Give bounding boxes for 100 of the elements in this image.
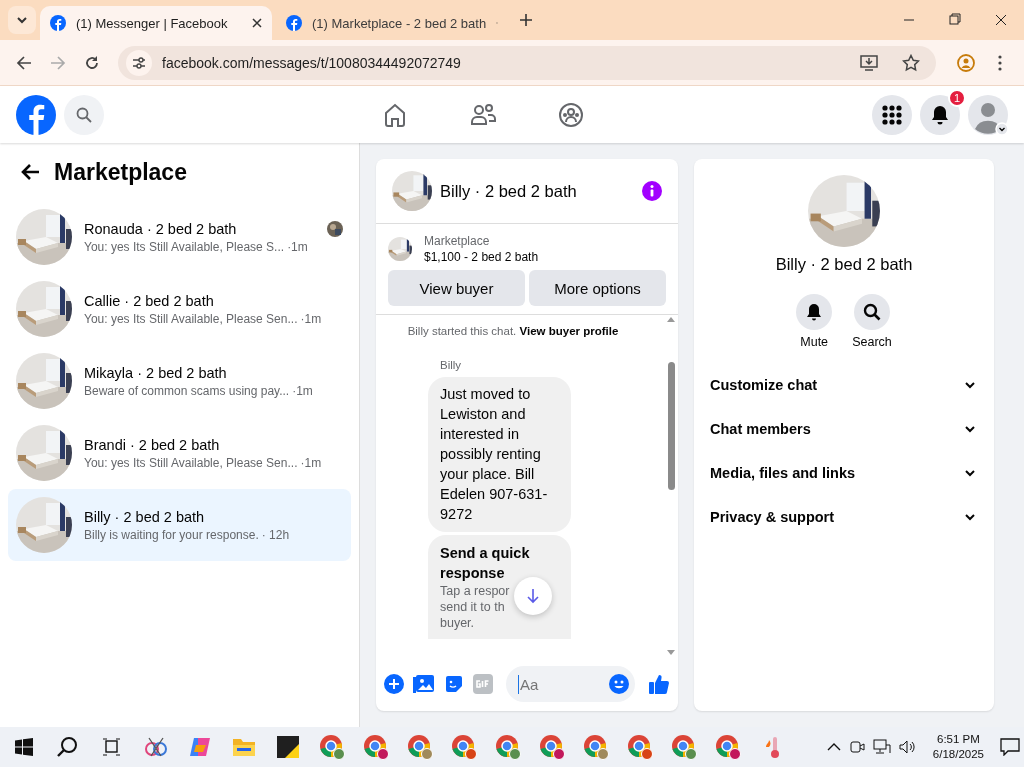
quick-response-title: Send a quick response bbox=[440, 544, 531, 583]
chrome-icon[interactable] bbox=[715, 734, 741, 760]
conversation-item[interactable]: Mikayla · 2 bed 2 bath Beware of common scams using pay... ·1m bbox=[8, 345, 351, 417]
notification-badge: 1 bbox=[948, 88, 966, 107]
windows-start-icon[interactable] bbox=[15, 738, 33, 756]
facebook-logo[interactable] bbox=[16, 94, 56, 135]
message-preview: Billy is waiting for your response. bbox=[84, 527, 259, 542]
chrome-icon[interactable] bbox=[583, 734, 609, 760]
copilot-icon[interactable] bbox=[188, 735, 212, 759]
message-input[interactable]: Aa bbox=[518, 674, 609, 694]
message-preview: You: yes Its Still Available, Please Sen... bbox=[84, 455, 298, 470]
home-icon[interactable] bbox=[382, 101, 408, 128]
search-icon bbox=[76, 106, 92, 123]
action-button[interactable]: More options bbox=[529, 270, 666, 306]
task-view-icon[interactable] bbox=[102, 738, 122, 756]
message-bubble: Just moved to Lewiston and interested in possibly renting your place. Bill Edelen 907-631-9272 bbox=[428, 377, 571, 532]
section-title: Marketplace bbox=[54, 158, 187, 186]
quick-response-text: send it to th bbox=[440, 599, 505, 615]
quick-response-text: buyer. bbox=[440, 615, 475, 631]
scrollbar-thumb[interactable] bbox=[667, 362, 675, 490]
star-icon[interactable] bbox=[902, 53, 920, 72]
chat-title: Billy · 2 bed 2 bath bbox=[440, 181, 578, 201]
chrome-icon[interactable] bbox=[627, 734, 653, 760]
facebook-icon bbox=[50, 15, 66, 31]
conversation-name: Callie · 2 bed 2 bath bbox=[84, 292, 215, 309]
menu-button[interactable] bbox=[872, 94, 912, 135]
details-section[interactable]: Media, files and links bbox=[694, 451, 994, 495]
chrome-icon[interactable] bbox=[671, 734, 697, 760]
details-section[interactable]: Customize chat bbox=[694, 363, 994, 407]
new-tab-icon[interactable] bbox=[520, 14, 532, 26]
groups-icon[interactable] bbox=[558, 101, 584, 128]
back-icon[interactable] bbox=[16, 54, 32, 71]
chrome-icon[interactable] bbox=[495, 734, 521, 760]
menu-icon[interactable] bbox=[998, 54, 1002, 71]
message-preview: You: yes Its Still Available, Please S... bbox=[84, 239, 285, 254]
quick-response-text: Tap a respor bbox=[440, 583, 510, 599]
clock-date[interactable]: 6/18/2025 bbox=[932, 747, 984, 762]
sender-name: Billy bbox=[440, 359, 463, 371]
address-bar[interactable]: facebook.com/messages/t/10080344492072749 bbox=[118, 45, 936, 80]
conversation-item[interactable]: Callie · 2 bed 2 bath You: yes Its Still Available, Please Sen... ·1m bbox=[8, 273, 351, 345]
network-icon[interactable] bbox=[872, 739, 891, 755]
friends-icon[interactable] bbox=[470, 101, 496, 128]
message-time: ·1m bbox=[300, 455, 322, 470]
conversation-name: Mikayla · 2 bed 2 bath bbox=[84, 364, 228, 381]
search-button[interactable] bbox=[64, 94, 104, 135]
listing-label: Marketplace bbox=[424, 234, 491, 248]
contact-name: Billy · 2 bed 2 bath bbox=[775, 255, 913, 274]
chrome-icon[interactable] bbox=[451, 734, 477, 760]
emoji-icon[interactable] bbox=[609, 674, 629, 694]
scroll-up-icon[interactable] bbox=[667, 317, 675, 322]
message-time: ·1m bbox=[292, 383, 313, 398]
details-section[interactable]: Chat members bbox=[694, 407, 994, 451]
reload-icon[interactable] bbox=[84, 54, 100, 71]
grid-icon bbox=[882, 104, 902, 125]
camera-icon[interactable] bbox=[848, 739, 865, 755]
message-field[interactable]: Aa bbox=[506, 666, 635, 702]
photo-icon[interactable] bbox=[413, 674, 435, 694]
message-time: ·1m bbox=[287, 239, 308, 254]
browser-tab[interactable]: (1) Marketplace - 2 bed 2 bath bbox=[276, 6, 508, 40]
info-icon[interactable] bbox=[642, 181, 662, 201]
snipping-tool-icon[interactable] bbox=[144, 735, 168, 759]
thermometer-icon[interactable] bbox=[764, 735, 780, 759]
action-button[interactable]: View buyer bbox=[388, 270, 525, 306]
chrome-icon[interactable] bbox=[363, 734, 389, 760]
notification-center-icon[interactable] bbox=[1000, 738, 1020, 756]
speaker-icon[interactable] bbox=[898, 739, 917, 755]
chevron-up-icon[interactable] bbox=[826, 743, 841, 751]
facebook-icon bbox=[286, 15, 302, 31]
clock-time[interactable]: 6:51 PM bbox=[937, 732, 980, 747]
plus-icon[interactable] bbox=[384, 674, 404, 694]
search-icon bbox=[863, 303, 881, 321]
arrow-down-icon bbox=[526, 588, 540, 604]
tab-list-icon[interactable] bbox=[16, 16, 28, 24]
back-arrow-icon[interactable] bbox=[20, 163, 40, 181]
thumbs-up-icon[interactable] bbox=[648, 673, 670, 695]
chrome-icon[interactable] bbox=[539, 734, 565, 760]
conversation-item[interactable]: Billy · 2 bed 2 bath Billy is waiting for your response. · 12h bbox=[8, 489, 351, 561]
message-time: · 12h bbox=[261, 527, 290, 542]
search-icon[interactable] bbox=[57, 736, 79, 758]
listing-title: $1,100 - 2 bed 2 bath bbox=[424, 250, 539, 264]
site-settings-icon[interactable] bbox=[132, 55, 146, 70]
conversation-name: Ronauda · 2 bed 2 bath bbox=[84, 220, 238, 237]
conversation-name: Brandi · 2 bed 2 bath bbox=[84, 436, 221, 453]
chrome-icon[interactable] bbox=[319, 734, 345, 760]
bell-icon bbox=[930, 104, 950, 125]
details-section[interactable]: Privacy & support bbox=[694, 495, 994, 539]
scroll-down-icon[interactable] bbox=[667, 650, 675, 655]
sticker-icon[interactable] bbox=[444, 674, 464, 694]
conversation-item[interactable]: Brandi · 2 bed 2 bath You: yes Its Still Available, Please Sen... ·1m bbox=[8, 417, 351, 489]
buyer-profile-link[interactable]: View buyer profile bbox=[519, 325, 619, 337]
folder-icon[interactable] bbox=[232, 737, 256, 757]
browser-tab[interactable]: (1) Messenger | Facebook bbox=[40, 6, 272, 40]
sticky-notes-icon[interactable] bbox=[277, 736, 299, 758]
account-avatar[interactable] bbox=[968, 94, 1008, 135]
chrome-icon[interactable] bbox=[407, 734, 433, 760]
conversation-name: Billy · 2 bed 2 bath bbox=[84, 508, 206, 525]
conversation-item[interactable]: Ronauda · 2 bed 2 bath You: yes Its Still Available, Please S... ·1m bbox=[8, 201, 351, 273]
chat-notice: Billy started this chat. View buyer profile bbox=[406, 325, 620, 337]
profile-icon[interactable] bbox=[956, 52, 976, 73]
install-app-icon[interactable] bbox=[860, 54, 878, 71]
